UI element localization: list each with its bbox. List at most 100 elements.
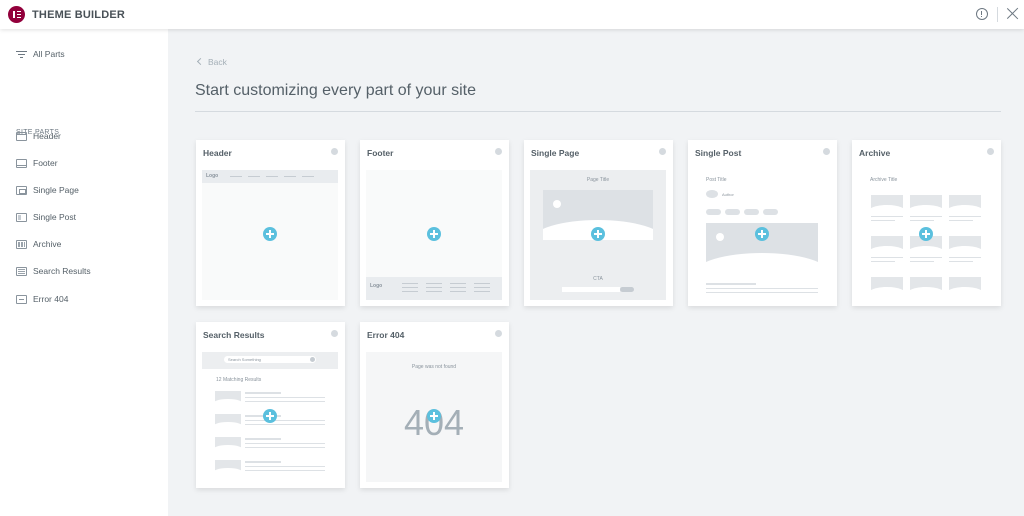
card-error-404[interactable]: Error 404 Page was not found 404: [360, 322, 509, 488]
sidebar-item-single-page[interactable]: Single Page: [16, 182, 79, 198]
card-thumbnail: Logo: [202, 170, 338, 300]
thumb-page-title: Page Title: [586, 177, 610, 183]
back-link[interactable]: Back: [196, 57, 227, 67]
sidebar-item-search-results[interactable]: Search Results: [16, 263, 91, 279]
thumb-text-line: [910, 220, 934, 221]
sidebar-item-label: Header: [33, 131, 61, 141]
sidebar-item-single-post[interactable]: Single Post: [16, 209, 76, 225]
toolbar-divider: [997, 7, 998, 22]
back-label: Back: [208, 57, 227, 67]
thumb-text-line: [706, 288, 818, 289]
thumb-text-line: [871, 261, 895, 262]
thumb-text-line: [245, 392, 281, 394]
card-thumbnail: Page was not found 404: [366, 352, 502, 482]
card-info-icon[interactable]: [495, 148, 502, 155]
title-divider: [195, 111, 1001, 112]
thumb-cta-strip: [530, 270, 666, 300]
thumb-footer-line: [402, 283, 418, 284]
thumb-text-line: [245, 466, 325, 467]
thumb-text-line: [910, 261, 934, 262]
card-footer[interactable]: Footer Logo: [360, 140, 509, 306]
card-title: Search Results: [203, 330, 265, 340]
single-page-icon: [16, 185, 27, 195]
sidebar-item-label: Single Post: [33, 212, 76, 222]
thumb-footer-line: [426, 291, 442, 292]
top-bar: THEME BUILDER: [0, 0, 1024, 29]
header-icon: [16, 131, 27, 141]
sidebar-item-label: All Parts: [33, 49, 65, 59]
sidebar-item-footer[interactable]: Footer: [16, 155, 58, 171]
card-info-icon[interactable]: [987, 148, 994, 155]
card-title: Single Page: [531, 148, 580, 158]
thumb-text-line: [949, 261, 973, 262]
thumb-search-icon: [310, 357, 315, 362]
archive-icon: [16, 239, 27, 249]
search-results-icon: [16, 266, 27, 276]
page-title: Start customizing every part of your sit…: [195, 82, 476, 99]
thumb-tag: [744, 209, 759, 215]
thumb-footer-line: [450, 287, 466, 288]
card-info-icon[interactable]: [331, 148, 338, 155]
thumb-cta-button: [620, 287, 634, 292]
card-single-page[interactable]: Single Page Page Title CTA: [524, 140, 673, 306]
sidebar-item-label: Footer: [33, 158, 58, 168]
sidebar-item-error-404[interactable]: Error 404: [16, 291, 68, 307]
thumb-cta-input: [562, 287, 620, 292]
card-info-icon[interactable]: [495, 330, 502, 337]
sidebar-item-header[interactable]: Header: [16, 128, 61, 144]
thumb-logo-text: Logo: [206, 173, 219, 179]
add-template-icon[interactable]: [591, 227, 605, 241]
card-thumbnail: Search Something 12 Matching Results: [202, 352, 338, 482]
thumb-archive-image: [949, 277, 981, 294]
card-archive[interactable]: Archive Archive Title: [852, 140, 1001, 306]
thumb-text-line: [245, 420, 325, 421]
sidebar-item-label: Single Page: [33, 185, 79, 195]
card-info-icon[interactable]: [659, 148, 666, 155]
footer-icon: [16, 158, 27, 168]
thumb-archive-image: [871, 195, 903, 212]
thumb-tag: [725, 209, 740, 215]
add-template-icon[interactable]: [919, 227, 933, 241]
thumb-text-line: [949, 220, 973, 221]
thumb-text-line: [245, 461, 281, 463]
add-template-icon[interactable]: [427, 409, 441, 423]
card-title: Archive: [859, 148, 891, 158]
thumb-archive-image: [949, 195, 981, 212]
filter-icon: [16, 50, 27, 59]
card-search-results[interactable]: Search Results Search Something 12 Match…: [196, 322, 345, 488]
info-icon[interactable]: [976, 8, 988, 20]
sidebar-item-archive[interactable]: Archive: [16, 236, 61, 252]
add-template-icon[interactable]: [427, 227, 441, 241]
card-thumbnail: Post Title Author: [694, 170, 830, 300]
thumb-text-line: [245, 470, 325, 471]
card-thumbnail: Archive Title: [858, 170, 994, 300]
card-single-post[interactable]: Single Post Post Title Author: [688, 140, 837, 306]
card-info-icon[interactable]: [331, 330, 338, 337]
elementor-logo-icon: [8, 6, 25, 23]
card-thumbnail: Logo: [366, 170, 502, 300]
chevron-left-icon: [196, 57, 205, 66]
sidebar: All Parts SITE PARTS Header Footer Singl…: [0, 29, 168, 516]
thumb-text-line: [871, 220, 895, 221]
add-template-icon[interactable]: [263, 409, 277, 423]
thumb-footer-line: [474, 287, 490, 288]
thumb-text-line: [910, 257, 942, 258]
card-title: Header: [203, 148, 232, 158]
card-title: Single Post: [695, 148, 742, 158]
thumb-text-line: [245, 443, 325, 444]
thumb-archive-image: [910, 277, 942, 294]
thumb-footer-line: [450, 283, 466, 284]
thumb-archive-image: [871, 277, 903, 294]
add-template-icon[interactable]: [263, 227, 277, 241]
thumb-nav-line: [284, 176, 296, 177]
card-title: Error 404: [367, 330, 405, 340]
thumb-nav-line: [266, 176, 278, 177]
add-template-icon[interactable]: [755, 227, 769, 241]
thumb-result-image: [215, 414, 241, 428]
card-info-icon[interactable]: [823, 148, 830, 155]
close-icon[interactable]: [1006, 7, 1019, 20]
thumb-text-line: [245, 438, 281, 440]
card-header[interactable]: Header Logo: [196, 140, 345, 306]
thumb-text-line: [706, 283, 756, 285]
sidebar-item-all-parts[interactable]: All Parts: [16, 46, 65, 62]
